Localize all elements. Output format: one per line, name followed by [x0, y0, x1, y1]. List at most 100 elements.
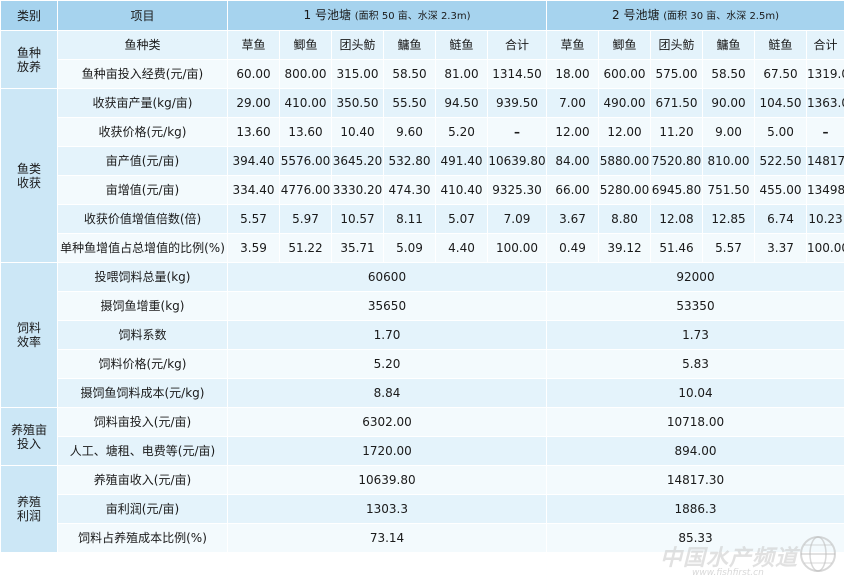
- table-row: 摄饲鱼增重(kg) 35650 53350: [1, 291, 845, 321]
- table-row: 亩产值(元/亩) 394.40 5576.00 3645.20 532.80 491.40…: [1, 146, 845, 176]
- row-label: 鱼种亩投入经费(元/亩): [57, 59, 228, 89]
- value-cell: 14817.30: [806, 146, 845, 176]
- value-cell: 671.50: [650, 88, 703, 118]
- value-cell: 9.00: [702, 117, 755, 147]
- row-label: 养殖亩收入(元/亩): [57, 465, 228, 495]
- value-cell: 55.50: [383, 88, 436, 118]
- value-cell: 5576.00: [279, 146, 332, 176]
- value-cell: 5.97: [279, 204, 332, 234]
- row-label: 摄饲鱼增重(kg): [57, 291, 228, 321]
- category-line: 效率: [16, 335, 41, 349]
- table-row: 鱼类 收获 收获亩产量(kg/亩) 29.00 410.00 350.50 55.50 94.…: [0, 88, 845, 263]
- category-line: 利润: [16, 509, 41, 523]
- section-category: 鱼类 收获: [0, 88, 58, 263]
- value-cell: 10639.80: [487, 146, 547, 176]
- row-label: 饲料系数: [57, 320, 228, 350]
- table-row: 亩增值(元/亩) 334.40 4776.00 3330.20 474.30 410.40…: [1, 175, 845, 205]
- header-category: 类别: [0, 0, 58, 31]
- pond1-title: 1 号池塘: [303, 7, 351, 22]
- table-row: 鱼种 放养 鱼种类 草鱼 鲫鱼 团头鲂 鳙鱼 鲢鱼 合计 草鱼 鲫鱼 团头鲂 鳙鱼 鲢鱼 合计: [0, 30, 845, 89]
- value-cell: 5280.00: [598, 175, 651, 205]
- value-cell: 490.00: [598, 88, 651, 118]
- value-cell: 751.50: [702, 175, 755, 205]
- value-cell: 35.71: [331, 233, 384, 263]
- merged-value-cell: 1886.3: [546, 494, 845, 524]
- row-label: 饲料亩投入(元/亩): [57, 407, 228, 437]
- table-row: 摄饲鱼饲料成本(元/kg) 8.84 10.04: [1, 378, 845, 408]
- species-header-1: 鲢鱼: [435, 30, 488, 60]
- value-cell: –: [487, 117, 547, 147]
- value-cell: 1363.00: [806, 88, 845, 118]
- table-row: 人工、塘租、电费等(元/亩) 1720.00 894.00: [1, 436, 845, 466]
- value-cell: 1314.50: [487, 59, 547, 89]
- section-category: 鱼种 放养: [0, 30, 58, 89]
- species-header-1: 团头鲂: [331, 30, 384, 60]
- value-cell: 4.40: [435, 233, 488, 263]
- value-cell: 7520.80: [650, 146, 703, 176]
- table-row: 单种鱼增值占总增值的比例(%) 3.59 51.22 35.71 5.09 4.40 100…: [1, 233, 845, 263]
- value-cell: 104.50: [754, 88, 807, 118]
- section-category: 饲料 效率: [0, 262, 58, 408]
- value-cell: 94.50: [435, 88, 488, 118]
- value-cell: 5.00: [754, 117, 807, 147]
- value-cell: 5880.00: [598, 146, 651, 176]
- value-cell: 532.80: [383, 146, 436, 176]
- value-cell: 810.00: [702, 146, 755, 176]
- species-header-2: 鲫鱼: [598, 30, 651, 60]
- species-header-1: 鳙鱼: [383, 30, 436, 60]
- table-row: 收获价格(元/kg) 13.60 13.60 10.40 9.60 5.20–12.00 1…: [1, 117, 845, 147]
- merged-value-cell: 73.14: [227, 523, 547, 553]
- species-header-1: 草鱼: [227, 30, 280, 60]
- value-cell: 3.59: [227, 233, 280, 263]
- value-cell: 9325.30: [487, 175, 547, 205]
- value-cell: 8.11: [383, 204, 436, 234]
- value-cell: 800.00: [279, 59, 332, 89]
- value-cell: 12.00: [546, 117, 599, 147]
- value-cell: 66.00: [546, 175, 599, 205]
- merged-value-cell: 92000: [546, 262, 845, 292]
- value-cell: 13.60: [279, 117, 332, 147]
- species-header-2: 合计: [806, 30, 845, 60]
- header-item: 项目: [57, 0, 228, 31]
- species-header-2: 鳙鱼: [702, 30, 755, 60]
- header-pond1: 1 号池塘 (面积 50 亩、水深 2.3m): [227, 0, 547, 31]
- merged-value-cell: 5.20: [227, 349, 547, 379]
- table-row: 饲料系数 1.70 1.73: [1, 320, 845, 350]
- value-cell: 100.00: [806, 233, 845, 263]
- value-cell: 3.37: [754, 233, 807, 263]
- value-cell: 12.00: [598, 117, 651, 147]
- site-watermark: 中国水产频道 www.fishfirst.cn: [640, 532, 840, 582]
- pond2-title: 2 号池塘: [612, 7, 660, 22]
- category-line: 放养: [16, 59, 41, 74]
- category-line: 饲料: [16, 321, 41, 335]
- merged-value-cell: 6302.00: [227, 407, 547, 437]
- value-cell: 394.40: [227, 146, 280, 176]
- section-category: 养殖亩 投入: [0, 407, 58, 466]
- value-cell: 474.30: [383, 175, 436, 205]
- table-row: 饲料价格(元/kg) 5.20 5.83: [1, 349, 845, 379]
- value-cell: 7.09: [487, 204, 547, 234]
- species-header-2: 团头鲂: [650, 30, 703, 60]
- merged-value-cell: 1720.00: [227, 436, 547, 466]
- value-cell: 3645.20: [331, 146, 384, 176]
- section-category: 养殖 利润: [0, 465, 58, 553]
- value-cell: 334.40: [227, 175, 280, 205]
- species-header-2: 鲢鱼: [754, 30, 807, 60]
- value-cell: 4776.00: [279, 175, 332, 205]
- merged-value-cell: 8.84: [227, 378, 547, 408]
- row-label: 人工、塘租、电费等(元/亩): [57, 436, 228, 466]
- row-label: 亩利润(元/亩): [57, 494, 228, 524]
- merged-value-cell: 894.00: [546, 436, 845, 466]
- row-label: 收获亩产量(kg/亩): [57, 88, 228, 118]
- value-cell: 8.80: [598, 204, 651, 234]
- row-label: 亩增值(元/亩): [57, 175, 228, 205]
- merged-value-cell: 60600: [227, 262, 547, 292]
- value-cell: 5.57: [227, 204, 280, 234]
- merged-value-cell: 10639.80: [227, 465, 547, 495]
- row-label: 投喂饲料总量(kg): [57, 262, 228, 292]
- value-cell: 3.67: [546, 204, 599, 234]
- value-cell: 5.20: [435, 117, 488, 147]
- value-cell: 5.07: [435, 204, 488, 234]
- value-cell: 522.50: [754, 146, 807, 176]
- row-label: 收获价值增值倍数(倍): [57, 204, 228, 234]
